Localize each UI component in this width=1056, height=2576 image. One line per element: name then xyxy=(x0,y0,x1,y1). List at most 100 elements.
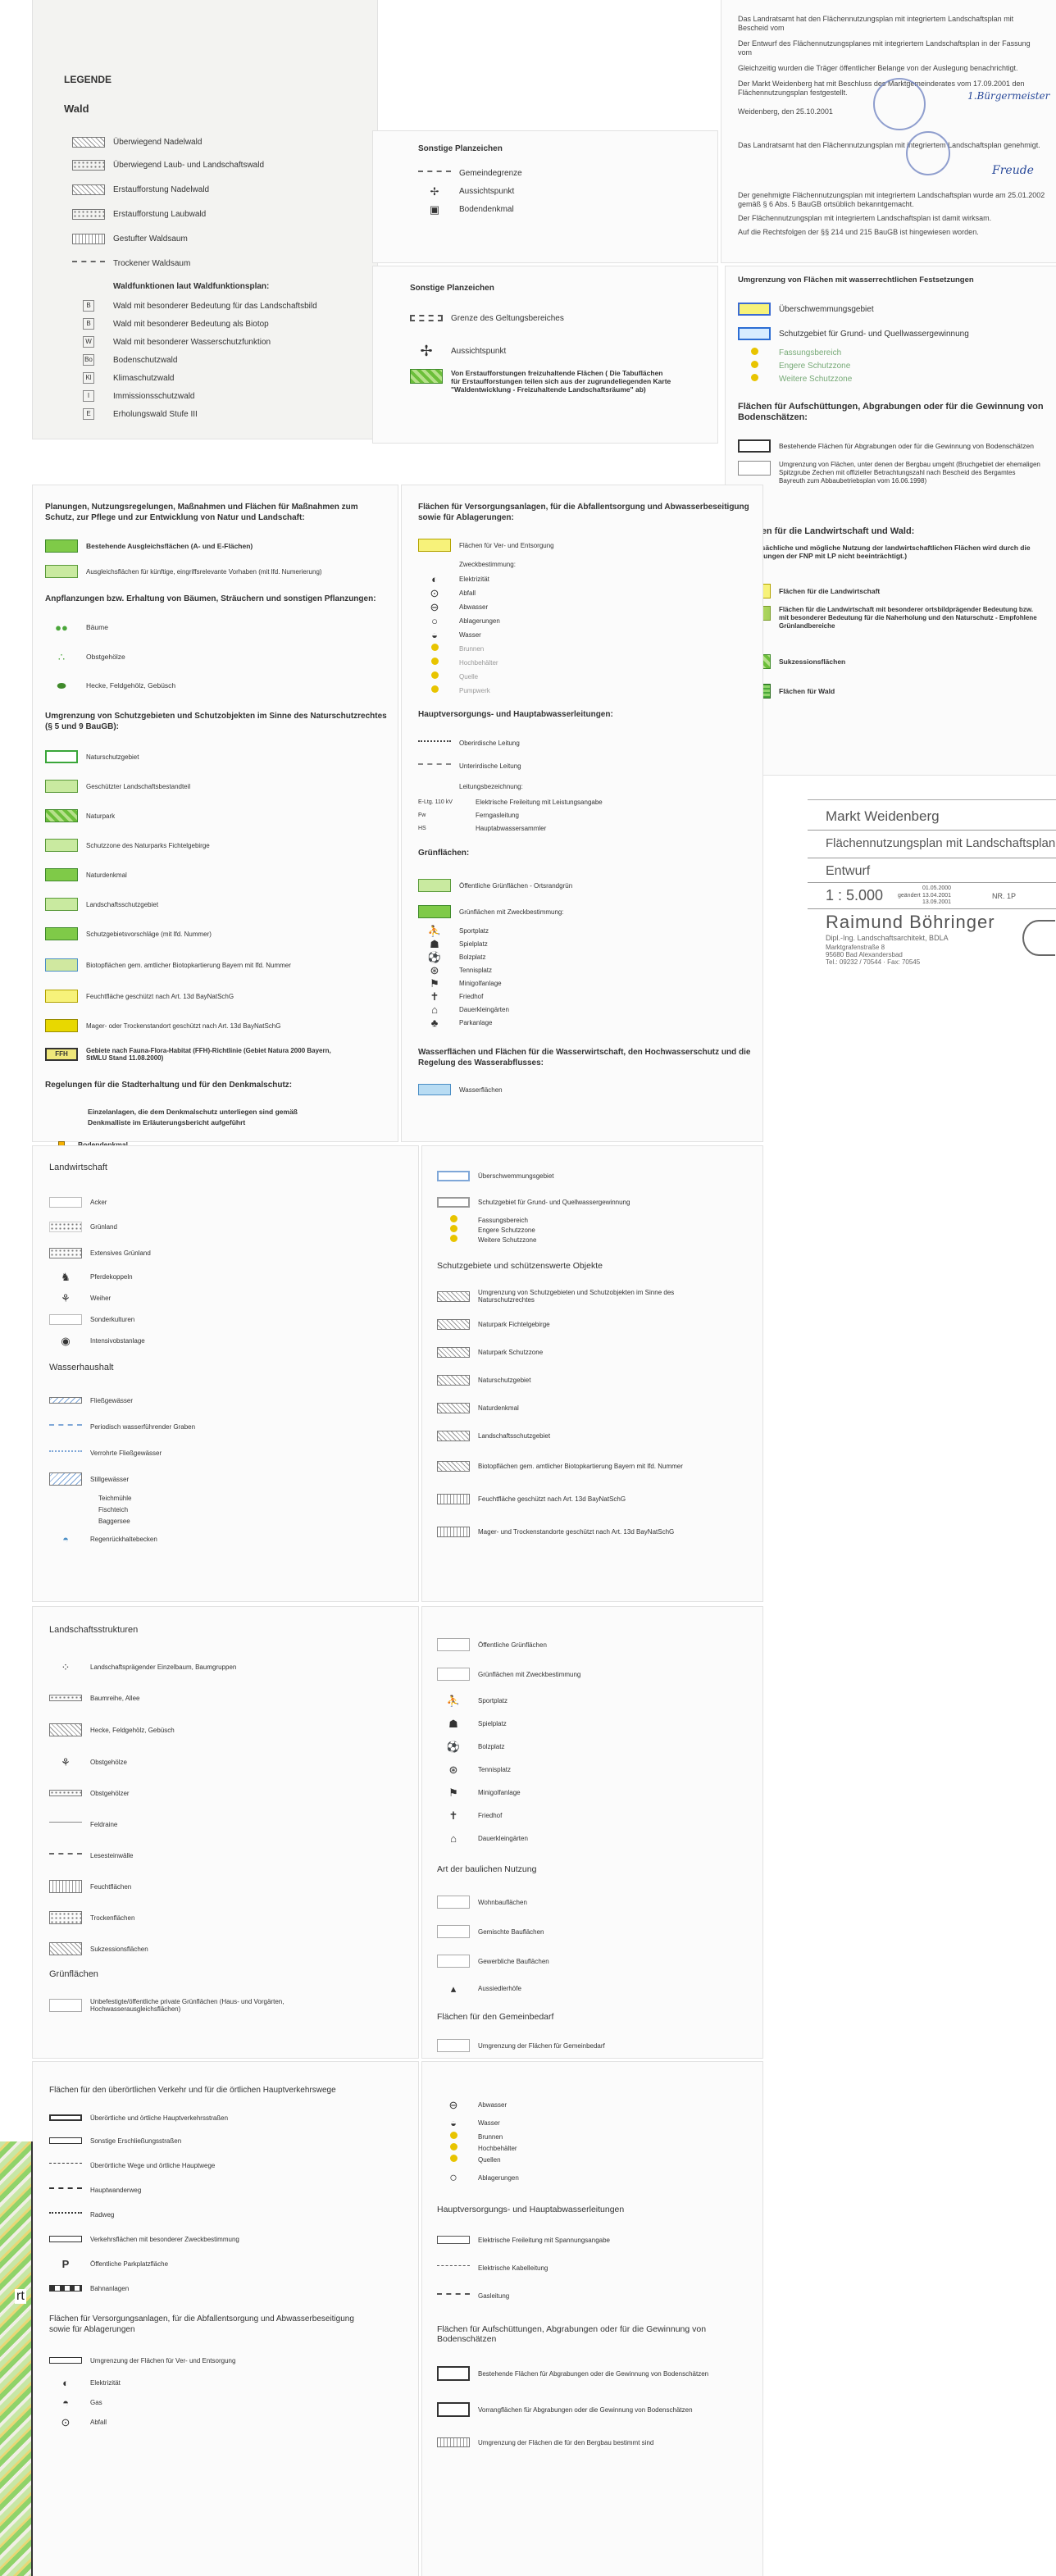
legend-symbol xyxy=(418,879,451,892)
legend-symbol xyxy=(49,2114,82,2121)
plan-changed-label: geändert xyxy=(898,893,921,899)
legend-symbol: Bo xyxy=(83,354,94,366)
legend-row: Von Erstaufforstungen freizuhaltende Flä… xyxy=(410,369,705,418)
legend-label: Obstgehölze xyxy=(90,1758,127,1766)
legend-row: ⊛ Tennisplatz xyxy=(418,963,754,976)
legend-row: ⚑ Minigolfanlage xyxy=(418,976,754,990)
legend-row: Hauptwanderweg xyxy=(49,2178,410,2202)
legend-symbol xyxy=(49,1472,82,1486)
legend-row: Teichmühle xyxy=(49,1492,410,1504)
legend-row: Öffentliche Grünflächen - Ortsrandgrün xyxy=(418,872,754,899)
legend-row: ▣ Bodendenkmal xyxy=(418,200,697,218)
legend-symbol xyxy=(72,261,105,266)
legend-row: ⊖ Abwasser xyxy=(418,600,754,614)
legend-row: ⁘ Landschaftsprägender Einzelbaum, Baumgr… xyxy=(49,1651,410,1682)
legend-row: Schutzgebiet für Grund- und Quellwasserg… xyxy=(437,1189,757,1215)
legend-symbol xyxy=(437,2265,470,2270)
legend-row: Geschützter Landschaftsbestandteil xyxy=(45,771,389,801)
sports-icon: ⛹ xyxy=(446,1694,461,1707)
legend-label: Immissionsschutzwald xyxy=(113,391,195,401)
waste-icon: ⊙ xyxy=(430,587,439,599)
legend-row: Flächen für Wald xyxy=(738,676,1054,706)
legend-label: Oberirdische Leitung xyxy=(459,739,520,747)
legend-symbol: FFH xyxy=(45,1048,78,1061)
legend-label: Schutzgebiet für Grund- und Quellwasserg… xyxy=(779,329,969,339)
legend-row: Überörtliche Wege und örtliche Hauptwege xyxy=(49,2153,410,2178)
legend-row: Feuchtflächen xyxy=(49,1871,410,1902)
legend-label: Friedhof xyxy=(459,992,484,1000)
legend-label: Wald mit besonderer Bedeutung für das La… xyxy=(113,301,317,311)
legend-row: Obstgehölzer xyxy=(49,1777,410,1809)
legend-label: Elektrizität xyxy=(90,2378,121,2387)
parking-icon: P xyxy=(61,2257,70,2270)
legend-label: Elektrizität xyxy=(459,576,489,583)
legend-row: Grenze des Geltungsbereiches xyxy=(410,303,705,333)
sewage-icon: ⊖ xyxy=(448,2098,458,2111)
sewage-icon: ⊖ xyxy=(430,601,439,613)
legend-row: Unterirdische Leitung xyxy=(418,754,754,777)
legend-row: Hochbehälter xyxy=(418,656,754,670)
legend-row: ◐ Elektrizität xyxy=(49,2373,410,2392)
legend-symbol xyxy=(45,1019,78,1032)
reservoir-icon xyxy=(418,658,451,668)
legend-symbol xyxy=(738,361,771,371)
note-text: Das Landratsamt hat den Flächennutzungsp… xyxy=(738,15,1014,32)
legend-row: Naturschutzgebiet xyxy=(45,742,389,771)
legend-symbol xyxy=(49,1723,82,1736)
legend-symbol xyxy=(49,2236,82,2242)
legend-row: Gewerbliche Bauflächen xyxy=(437,1946,757,1976)
legend-symbol xyxy=(437,2366,470,2381)
legend-symbol xyxy=(45,868,78,881)
legend-symbol: B xyxy=(83,318,94,330)
legend-symbol xyxy=(738,327,771,340)
section-heading: Hauptversorgungs- und Hauptabwasserleitu… xyxy=(437,2205,625,2214)
legend-symbol xyxy=(49,2137,82,2144)
section-heading: Schutzgebiete und schützenswerte Objekte xyxy=(437,1261,603,1271)
planner-city: 95680 Bad Alexandersbad xyxy=(826,951,903,958)
legend-label: Aussichtspunkt xyxy=(459,186,515,196)
note-text: Der Flächennutzungsplan mit integriertem… xyxy=(738,214,992,222)
legend-label: Trockener Waldsaum xyxy=(113,258,191,268)
legend-row: ⚽ Bolzplatz xyxy=(437,1735,757,1758)
legend-label: Überschwemmungsgebiet xyxy=(779,304,874,314)
official-seal xyxy=(906,131,950,175)
single-tree-icon: ⁘ xyxy=(61,1660,71,1673)
wald-legend-list: Überwiegend Nadelwald Überwiegend Laub- … xyxy=(72,131,367,423)
legend-row: ⬬ Hecke, Feldgehölz, Gebüsch xyxy=(45,671,389,699)
legend-label: Gewerbliche Bauflächen xyxy=(478,1957,549,1965)
legend-row: ◒ Wasser xyxy=(418,628,754,642)
legend-row: Elektrische Kabelleitung xyxy=(437,2254,757,2282)
legend-label: Bestehende Flächen für Abgrabungen oder … xyxy=(779,442,1034,450)
legend-sheet-abgrabungen: ⊖ Abwasser ◒ Wasser Brunnen Hochbehälter Q… xyxy=(422,2062,762,2576)
legend-symbol xyxy=(437,1925,470,1938)
legend-row: Naturpark xyxy=(45,801,389,831)
legend-label: Wald mit besonderer Bedeutung als Biotop xyxy=(113,319,269,329)
legend-row: Brunnen xyxy=(437,2131,757,2142)
legend-row: Umgrenzung von Flächen, unter denen der … xyxy=(738,461,1054,526)
legend-label: Pferdekoppeln xyxy=(90,1272,133,1281)
legend-row: Grünflächen mit Zweckbestimmung: xyxy=(418,899,754,924)
legend-label: Fassungsbereich xyxy=(779,348,842,357)
playground-icon: ☗ xyxy=(430,937,439,950)
legend-label: Hecke, Feldgehölz, Gebüsch xyxy=(90,1726,175,1734)
legend-label: Intensivobstanlage xyxy=(90,1336,145,1345)
legend-symbol xyxy=(738,348,771,358)
legend-row: ⌂ Dauerkleingärten xyxy=(437,1827,757,1850)
legend-symbol xyxy=(410,369,443,384)
legend-label: Feldraine xyxy=(90,1820,118,1828)
plan-date: 13.09.2001 xyxy=(922,899,952,905)
legend-label: Gemischte Bauflächen xyxy=(478,1927,544,1936)
legend-label: Extensives Grünland xyxy=(90,1249,151,1257)
legend-symbol xyxy=(437,1526,470,1537)
legend-label: Flächen für die Landwirtschaft mit beson… xyxy=(779,606,1037,630)
legend-row: Sonderkulturen xyxy=(49,1308,410,1330)
orchard-icon: ◉ xyxy=(61,1334,71,1347)
legend-row: Grünflächen mit Zweckbestimmung xyxy=(437,1659,757,1689)
legend-row: Erstaufforstung Laubwald xyxy=(72,202,367,226)
legend-label: Naturschutzgebiet xyxy=(86,753,139,761)
section-heading: Landschaftsstrukturen xyxy=(49,1625,139,1635)
legend-symbol xyxy=(437,1430,470,1441)
legend-row: Überwiegend Laub- und Landschaftswald xyxy=(72,152,367,177)
legend-label: Mager- oder Trockenstandort geschützt na… xyxy=(86,1022,281,1030)
section-heading: Sonstige Planzeichen xyxy=(418,144,503,153)
